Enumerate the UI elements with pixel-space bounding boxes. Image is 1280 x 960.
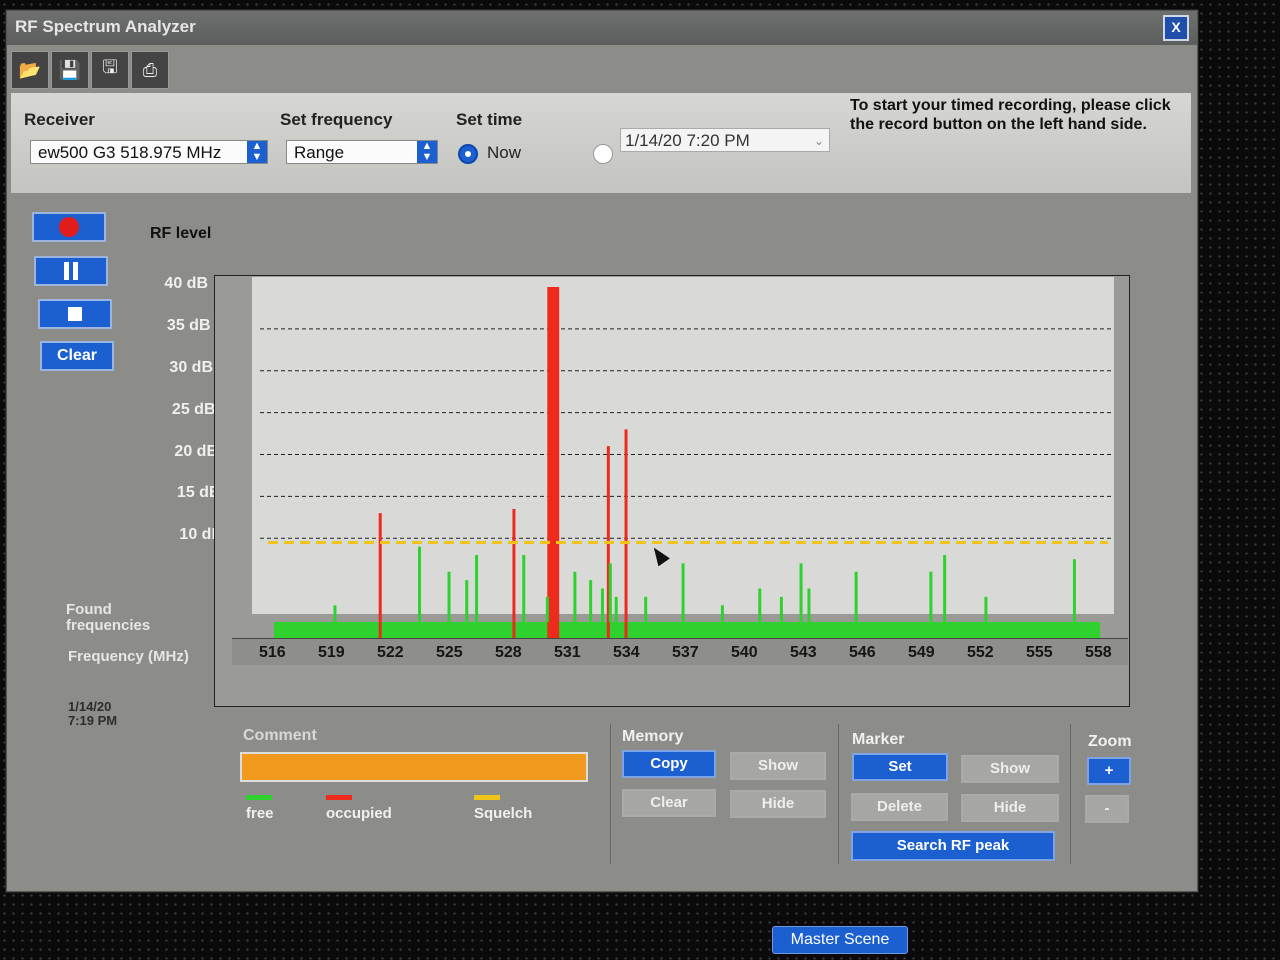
free-bar [1072,559,1076,622]
free-bar [418,546,422,622]
legend-squelch-label: Squelch [474,805,533,822]
comment-input[interactable] [240,752,588,782]
divider [610,724,611,864]
occupied-bar [512,508,516,622]
free-bar [929,571,933,622]
free-bar [758,588,762,622]
legend-free-swatch [246,795,272,800]
free-bar [943,555,947,622]
x-tick-label: 519 [318,644,345,661]
x-tick-label: 555 [1026,644,1053,661]
zoom-out-button[interactable]: - [1085,795,1129,823]
x-tick-label: 558 [1085,644,1112,661]
free-bar [545,596,549,622]
free-bar [600,588,604,622]
free-bar [807,588,811,622]
legend-free-label: free [246,805,274,822]
free-bar [614,596,618,622]
legend-occupied-swatch [326,795,352,800]
memory-copy-button[interactable]: Copy [622,750,716,778]
occupied-bar [378,513,382,622]
zoom-in-button[interactable]: + [1087,757,1131,785]
zoom-label: Zoom [1088,733,1132,750]
free-bar [799,563,803,622]
free-bar [644,596,648,622]
x-tick-label: 528 [495,644,522,661]
x-tick-label: 549 [908,644,935,661]
x-tick-label: 552 [967,644,994,661]
free-bar [984,596,988,622]
free-bar [333,605,337,622]
x-tick-label: 531 [554,644,581,661]
memory-hide-button[interactable]: Hide [730,790,826,818]
x-tick-label: 516 [259,644,286,661]
marker-hide-button[interactable]: Hide [961,794,1059,822]
x-tick-label: 543 [790,644,817,661]
free-bar [573,571,577,622]
free-bar [465,580,469,622]
free-bar [447,571,451,622]
free-bar [522,555,526,622]
search-rf-peak-button[interactable]: Search RF peak [851,831,1055,861]
comment-label: Comment [243,727,317,744]
master-scene-button[interactable]: Master Scene [772,926,908,954]
free-bar [475,555,479,622]
free-bar [720,605,724,622]
x-tick-label: 537 [672,644,699,661]
memory-clear-button[interactable]: Clear [622,789,716,817]
marker-set-button[interactable]: Set [852,753,948,781]
free-bar [779,596,783,622]
marker-label: Marker [852,731,905,748]
free-bar [681,563,685,622]
memory-label: Memory [622,728,684,745]
free-bar [589,580,593,622]
occupied-bar [624,429,628,622]
legend-occupied-label: occupied [326,805,392,822]
occupied-bar [551,287,560,622]
x-tick-label: 525 [436,644,463,661]
x-tick-label: 522 [377,644,404,661]
divider [1070,724,1071,864]
marker-delete-button[interactable]: Delete [851,793,948,821]
x-tick-label: 534 [613,644,640,661]
legend-squelch-swatch [474,795,500,800]
free-bar [854,571,858,622]
memory-show-button[interactable]: Show [730,752,826,780]
divider [838,724,839,864]
marker-show-button[interactable]: Show [961,755,1059,783]
x-tick-label: 546 [849,644,876,661]
x-tick-label: 540 [731,644,758,661]
free-bar [608,563,612,622]
